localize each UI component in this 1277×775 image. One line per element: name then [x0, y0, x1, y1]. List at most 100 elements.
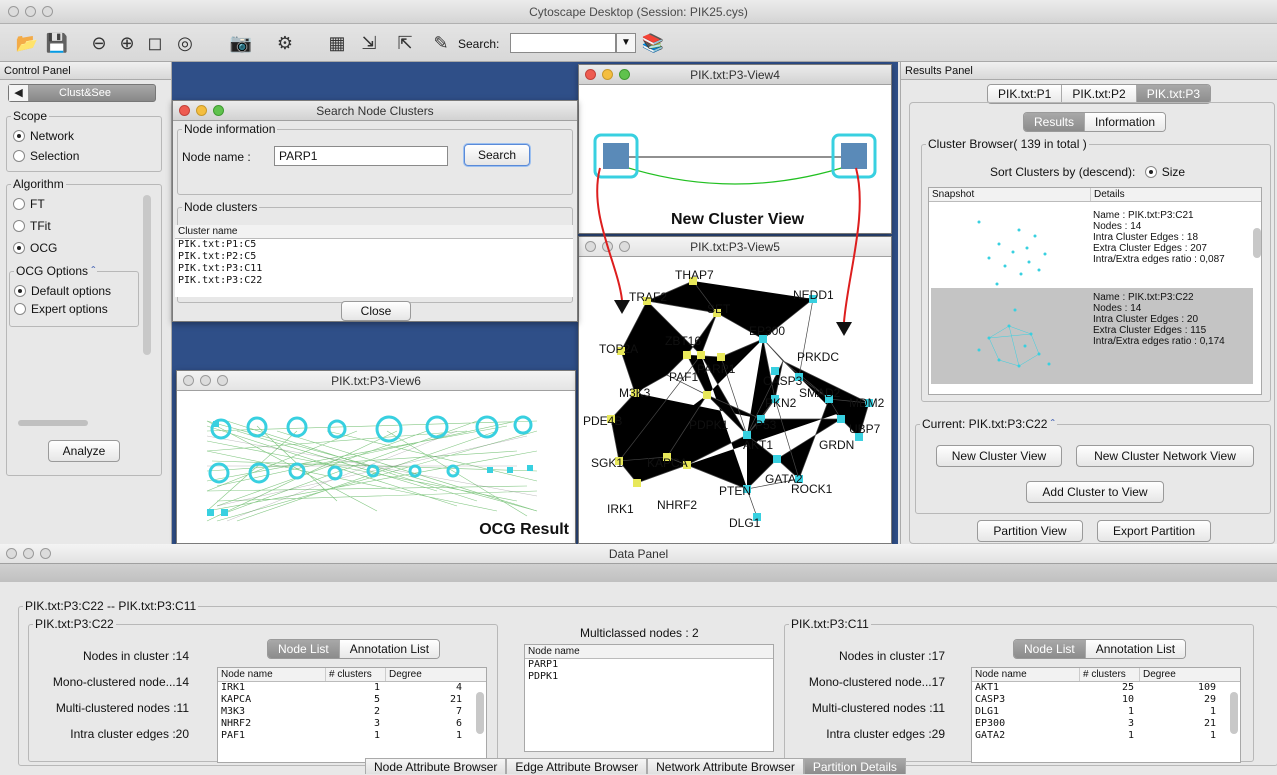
zoom-out-icon[interactable]: ⊖: [86, 30, 112, 56]
search-dropdown-button[interactable]: ▼: [616, 33, 636, 53]
zoom-selected-icon[interactable]: ◎: [172, 30, 198, 56]
hide-nodes-icon[interactable]: ⇲: [356, 30, 382, 56]
cluster-row-selected[interactable]: Name : PIK.txt:P3:C22 Nodes : 14 Intra Clu…: [931, 288, 1253, 384]
tab-clust-see[interactable]: ◀ Clust&See: [8, 84, 156, 102]
left-tab-annotation-list[interactable]: Annotation List: [339, 640, 440, 658]
toolbar: 📂 💾 ⊖ ⊕ ◻ ◎ 📷 ⚙ ▦ ⇲ ⇱ ✎ Search: ▼ 📚: [0, 24, 1277, 62]
zoom-in-icon[interactable]: ⊕: [114, 30, 140, 56]
table-row[interactable]: IRK1 1 4: [218, 682, 486, 694]
current-cluster-group: Current: PIK.txt:P3:C22 ˆ New Cluster Vi…: [915, 417, 1271, 514]
table-row[interactable]: PIK.txt:P3:C11: [175, 263, 573, 275]
algorithm-tfit-label: TFit: [30, 219, 51, 233]
ocg-options-label[interactable]: OCG Options ˆ: [14, 264, 98, 278]
results-panel-title: Results Panel: [905, 65, 973, 77]
control-panel-title: Control Panel: [4, 65, 71, 77]
add-cluster-to-view-button[interactable]: Add Cluster to View: [1026, 481, 1164, 503]
table-row[interactable]: PIK.txt:P1:C5: [175, 239, 573, 251]
subtab-results[interactable]: Results: [1024, 113, 1086, 131]
table-row[interactable]: PDPK1: [525, 671, 773, 683]
table-header: Snapshot Details: [929, 188, 1261, 202]
right-tab-node-list[interactable]: Node List: [1014, 640, 1086, 658]
table-row[interactable]: PIK.txt:P2:C5: [175, 251, 573, 263]
tab-p2[interactable]: PIK.txt:P2: [1062, 85, 1137, 103]
open-folder-icon[interactable]: 📂: [14, 30, 40, 56]
control-scrollbar[interactable]: [143, 195, 151, 355]
partition-view-button[interactable]: Partition View: [977, 520, 1083, 542]
subtab-information[interactable]: Information: [1085, 113, 1166, 131]
search-input[interactable]: [510, 33, 616, 53]
right-table-scrollbar[interactable]: [1230, 692, 1238, 734]
node-label: P53: [755, 418, 777, 432]
search-dialog-titlebar: Search Node Clusters: [173, 101, 577, 121]
search-button[interactable]: Search: [464, 144, 530, 166]
table-row[interactable]: GATA2 1 1: [972, 730, 1240, 742]
node-label: NHRF2: [657, 498, 697, 512]
table-row[interactable]: M3K3 2 7: [218, 706, 486, 718]
options-icon[interactable]: 📚: [640, 30, 666, 56]
algorithm-ocg-radio[interactable]: OCG: [13, 241, 57, 255]
tab-partition-details[interactable]: Partition Details: [803, 758, 906, 774]
close-button[interactable]: Close: [341, 301, 411, 321]
node-label: DLG1: [729, 516, 761, 530]
node-label: UBP7: [849, 422, 881, 436]
comparison-label: PIK.txt:P3:C22 -- PIK.txt:P3:C11: [23, 599, 199, 613]
tab-node-attribute-browser[interactable]: Node Attribute Browser: [365, 758, 507, 774]
new-cluster-network-view-button[interactable]: New Cluster Network View: [1076, 445, 1254, 467]
table-row[interactable]: PAF1 1 1: [218, 730, 486, 742]
edit-icon[interactable]: ✎: [428, 30, 454, 56]
left-table-scrollbar[interactable]: [476, 692, 484, 734]
right-list-tabs: Node List Annotation List: [1013, 639, 1187, 659]
table-row[interactable]: PIK.txt:P3:C22: [175, 275, 573, 287]
cluster-browser-scrollbar[interactable]: [1253, 228, 1261, 258]
save-icon[interactable]: 💾: [44, 30, 70, 56]
algorithm-tfit-radio[interactable]: TFit: [13, 219, 51, 233]
node-label: PDE4B: [583, 414, 622, 428]
cluster-snapshot-c21: [977, 220, 1047, 286]
scope-network-label: Network: [30, 129, 75, 143]
tab-edge-attribute-browser[interactable]: Edge Attribute Browser: [506, 758, 648, 774]
app-title: Cytoscape Desktop (Session: PIK25.cys): [529, 5, 748, 19]
node-name-input[interactable]: PARP1: [274, 146, 448, 166]
current-cluster-label[interactable]: Current: PIK.txt:P3:C22 ˆ: [920, 417, 1057, 431]
left-tab-node-list[interactable]: Node List: [268, 640, 340, 658]
layout-icon[interactable]: ▦: [324, 30, 350, 56]
tab-network-attribute-browser[interactable]: Network Attribute Browser: [647, 758, 804, 774]
right-tab-annotation-list[interactable]: Annotation List: [1085, 640, 1186, 658]
results-panel: Results Panel PIK.txt:P1 PIK.txt:P2 PIK.…: [900, 62, 1277, 544]
table-row[interactable]: DLG1 1 1: [972, 706, 1240, 718]
table-row[interactable]: PARP1: [525, 659, 773, 671]
node-label: SGK1: [591, 456, 623, 470]
ocg-expert-radio[interactable]: Expert options: [14, 302, 108, 316]
table-row[interactable]: CASP3 10 29: [972, 694, 1240, 706]
refresh-icon[interactable]: ⚙: [272, 30, 298, 56]
export-partition-button[interactable]: Export Partition: [1097, 520, 1211, 542]
zoom-fit-icon[interactable]: ◻: [142, 30, 168, 56]
table-row[interactable]: NHRF2 3 6: [218, 718, 486, 730]
table-row[interactable]: EP300 3 21: [972, 718, 1240, 730]
tab-p3[interactable]: PIK.txt:P3: [1136, 85, 1211, 103]
camera-icon[interactable]: 📷: [228, 30, 254, 56]
table-row[interactable]: KAPCA 5 21: [218, 694, 486, 706]
analyze-button[interactable]: Analyze: [48, 440, 120, 462]
node-label: AKT1: [743, 438, 773, 452]
right-cluster-stats: Nodes in cluster :17 Mono-clustered node.…: [808, 649, 945, 741]
ocg-default-radio[interactable]: Default options: [14, 284, 111, 298]
tab-p1[interactable]: PIK.txt:P1: [988, 85, 1063, 103]
scope-network-radio[interactable]: Network: [13, 129, 74, 143]
cluster-browser-label: Cluster Browser( 139 in total ): [926, 137, 1089, 151]
control-hscrollbar[interactable]: [18, 420, 88, 426]
table-header: Node name: [525, 645, 773, 659]
window-controls[interactable]: [8, 6, 53, 17]
view6-window[interactable]: PIK.txt:P3-View6 OCG Result: [176, 370, 576, 544]
cluster-row[interactable]: Name : PIK.txt:P3:C21 Nodes : 14 Intra Clu…: [929, 202, 1253, 298]
ocg-default-label: Default options: [31, 284, 112, 298]
sort-size-radio[interactable]: Size: [1144, 165, 1185, 179]
show-nodes-icon[interactable]: ⇱: [392, 30, 418, 56]
algorithm-ft-radio[interactable]: FT: [13, 197, 45, 211]
scope-selection-radio[interactable]: Selection: [13, 149, 79, 163]
cluster-browser-table: Snapshot Details Name : PIK.txt:P3:C21 No…: [928, 187, 1262, 395]
table-row[interactable]: AKT1 25 109: [972, 682, 1240, 694]
node-label: M3K3: [619, 386, 651, 400]
new-cluster-view-button[interactable]: New Cluster View: [936, 445, 1062, 467]
tab-scroll-left-icon[interactable]: ◀: [9, 85, 29, 101]
